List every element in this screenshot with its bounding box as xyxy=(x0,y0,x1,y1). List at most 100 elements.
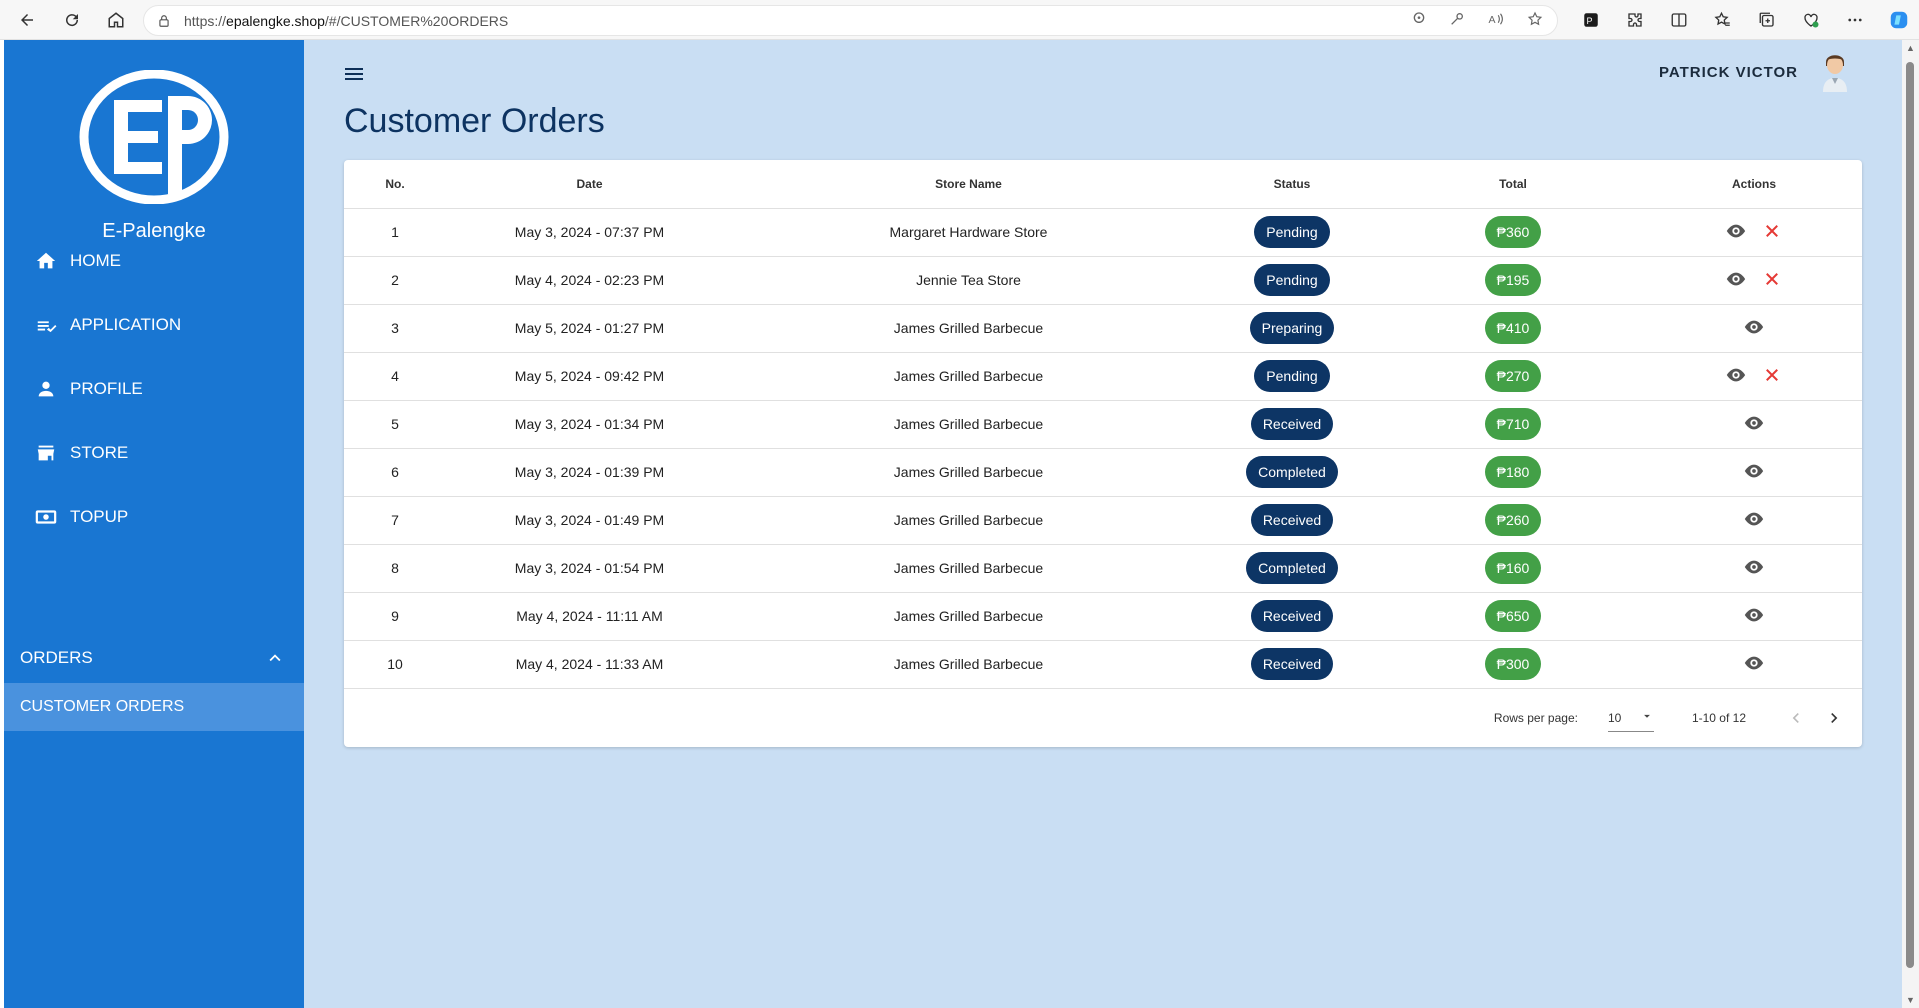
chevron-left-icon xyxy=(1792,713,1799,723)
view-eye-icon[interactable] xyxy=(1742,507,1766,531)
view-eye-icon[interactable] xyxy=(1742,555,1766,579)
location-icon[interactable] xyxy=(1411,11,1427,32)
view-eye-icon[interactable] xyxy=(1742,459,1766,483)
puzzle-icon[interactable] xyxy=(1623,8,1647,32)
cell-store: James Grilled Barbecue xyxy=(733,304,1204,353)
more-options-icon[interactable] xyxy=(1843,8,1867,32)
cell-actions xyxy=(1646,400,1862,449)
cell-actions xyxy=(1646,304,1862,353)
cancel-close-icon[interactable] xyxy=(1760,219,1784,243)
column-header-no[interactable]: No. xyxy=(344,160,446,209)
orders-table-card: No. Date Store Name Status Total Actions… xyxy=(344,160,1862,747)
scroll-thumb[interactable] xyxy=(1906,62,1914,968)
scroll-up-icon[interactable]: ▲ xyxy=(1905,43,1916,53)
sidebar-item-topup[interactable]: TOPUP xyxy=(4,493,304,541)
store-icon xyxy=(34,441,58,465)
cell-date: May 3, 2024 - 01:54 PM xyxy=(446,544,733,593)
refresh-icon xyxy=(66,13,79,26)
cell-actions xyxy=(1646,352,1862,401)
rows-per-page-value: 10 xyxy=(1607,710,1622,725)
cell-date: May 3, 2024 - 01:34 PM xyxy=(446,400,733,449)
column-header-status[interactable]: Status xyxy=(1204,160,1380,209)
cell-actions xyxy=(1646,448,1862,497)
view-eye-icon[interactable] xyxy=(1742,411,1766,435)
app-root: E-Palengke HOME APPLICATION PROFILE STOR… xyxy=(4,40,1902,1008)
sidebar-item-home[interactable]: HOME xyxy=(4,237,304,285)
home-browser-button[interactable] xyxy=(94,0,138,40)
sidebar-group-orders[interactable]: ORDERS xyxy=(4,634,304,682)
address-bar[interactable]: https://epalengke.shop/#/CUSTOMER%20ORDE… xyxy=(143,5,1558,36)
cell-status: Received xyxy=(1204,400,1380,449)
status-badge: Completed xyxy=(1246,552,1338,584)
page-scrollbar[interactable]: ▲ ▼ xyxy=(1902,40,1919,1008)
cell-date: May 5, 2024 - 09:42 PM xyxy=(446,352,733,401)
view-eye-icon[interactable] xyxy=(1742,315,1766,339)
cell-no: 2 xyxy=(344,256,446,305)
view-eye-icon[interactable] xyxy=(1724,363,1748,387)
menu-toggle-icon[interactable] xyxy=(342,62,366,86)
refresh-button[interactable] xyxy=(50,0,94,40)
sidebar-item-label: TOPUP xyxy=(70,507,129,526)
collections-icon[interactable] xyxy=(1755,8,1779,32)
column-header-actions[interactable]: Actions xyxy=(1646,160,1862,209)
avatar[interactable] xyxy=(1820,48,1850,92)
key-icon[interactable] xyxy=(1449,11,1465,32)
cell-actions xyxy=(1646,256,1862,305)
cell-actions xyxy=(1646,544,1862,593)
total-badge: ₱195 xyxy=(1484,264,1542,296)
cell-status: Completed xyxy=(1204,544,1380,593)
cell-status: Received xyxy=(1204,640,1380,689)
table-row: 6 May 3, 2024 - 01:39 PM James Grilled B… xyxy=(344,448,1862,497)
cell-total: ₱195 xyxy=(1380,256,1646,305)
sidebar-item-application[interactable]: APPLICATION xyxy=(4,301,304,349)
sidebar-item-label: STORE xyxy=(70,443,129,462)
cell-date: May 3, 2024 - 01:49 PM xyxy=(446,496,733,545)
previous-page-button[interactable] xyxy=(1784,706,1808,730)
cell-store: James Grilled Barbecue xyxy=(733,496,1204,545)
cell-total: ₱360 xyxy=(1380,208,1646,257)
cell-date: May 3, 2024 - 07:37 PM xyxy=(446,208,733,257)
view-eye-icon[interactable] xyxy=(1742,651,1766,675)
browser-health-icon[interactable] xyxy=(1799,8,1823,32)
scroll-down-icon[interactable]: ▼ xyxy=(1905,995,1916,1005)
view-eye-icon[interactable] xyxy=(1724,219,1748,243)
cell-store: James Grilled Barbecue xyxy=(733,448,1204,497)
sidebar-item-store[interactable]: STORE xyxy=(4,429,304,477)
rows-per-page-select[interactable]: 10 xyxy=(1607,704,1654,732)
browser-toolbar: https://epalengke.shop/#/CUSTOMER%20ORDE… xyxy=(0,0,1919,40)
total-badge: ₱270 xyxy=(1484,360,1542,392)
copilot-icon[interactable] xyxy=(1887,8,1911,32)
column-header-date[interactable]: Date xyxy=(446,160,733,209)
cell-no: 3 xyxy=(344,304,446,353)
view-eye-icon[interactable] xyxy=(1724,267,1748,291)
cell-no: 8 xyxy=(344,544,446,593)
favorite-star-icon[interactable] xyxy=(1527,11,1543,32)
cancel-close-icon[interactable] xyxy=(1760,267,1784,291)
sidebar-item-profile[interactable]: PROFILE xyxy=(4,365,304,413)
pagination-range: 1-10 of 12 xyxy=(1691,711,1746,725)
table-row: 7 May 3, 2024 - 01:49 PM James Grilled B… xyxy=(344,496,1862,545)
column-header-store-name[interactable]: Store Name xyxy=(733,160,1204,209)
column-header-total[interactable]: Total xyxy=(1380,160,1646,209)
total-badge: ₱360 xyxy=(1484,216,1542,248)
status-badge: Preparing xyxy=(1249,312,1335,344)
user-name[interactable]: PATRICK VICTOR xyxy=(1659,64,1798,81)
sidebar-item-customer-orders[interactable]: CUSTOMER ORDERS xyxy=(4,683,304,731)
total-badge: ₱160 xyxy=(1484,552,1542,584)
chevron-up-icon[interactable] xyxy=(264,647,286,674)
status-badge: Received xyxy=(1250,600,1334,632)
page-title: Customer Orders xyxy=(344,102,605,140)
home-outline-icon xyxy=(108,11,124,27)
split-screen-icon[interactable] xyxy=(1667,8,1691,32)
extension-icon[interactable]: P xyxy=(1579,8,1603,32)
sidebar-item-label: PROFILE xyxy=(70,379,143,398)
favorites-icon[interactable] xyxy=(1711,8,1735,32)
cell-no: 10 xyxy=(344,640,446,689)
cancel-close-icon[interactable] xyxy=(1760,363,1784,387)
status-badge: Received xyxy=(1250,648,1334,680)
view-eye-icon[interactable] xyxy=(1742,603,1766,627)
back-button[interactable] xyxy=(5,0,49,40)
url-text: https://epalengke.shop/#/CUSTOMER%20ORDE… xyxy=(184,13,508,29)
read-aloud-icon[interactable]: A xyxy=(1487,11,1505,32)
next-page-button[interactable] xyxy=(1822,706,1846,730)
